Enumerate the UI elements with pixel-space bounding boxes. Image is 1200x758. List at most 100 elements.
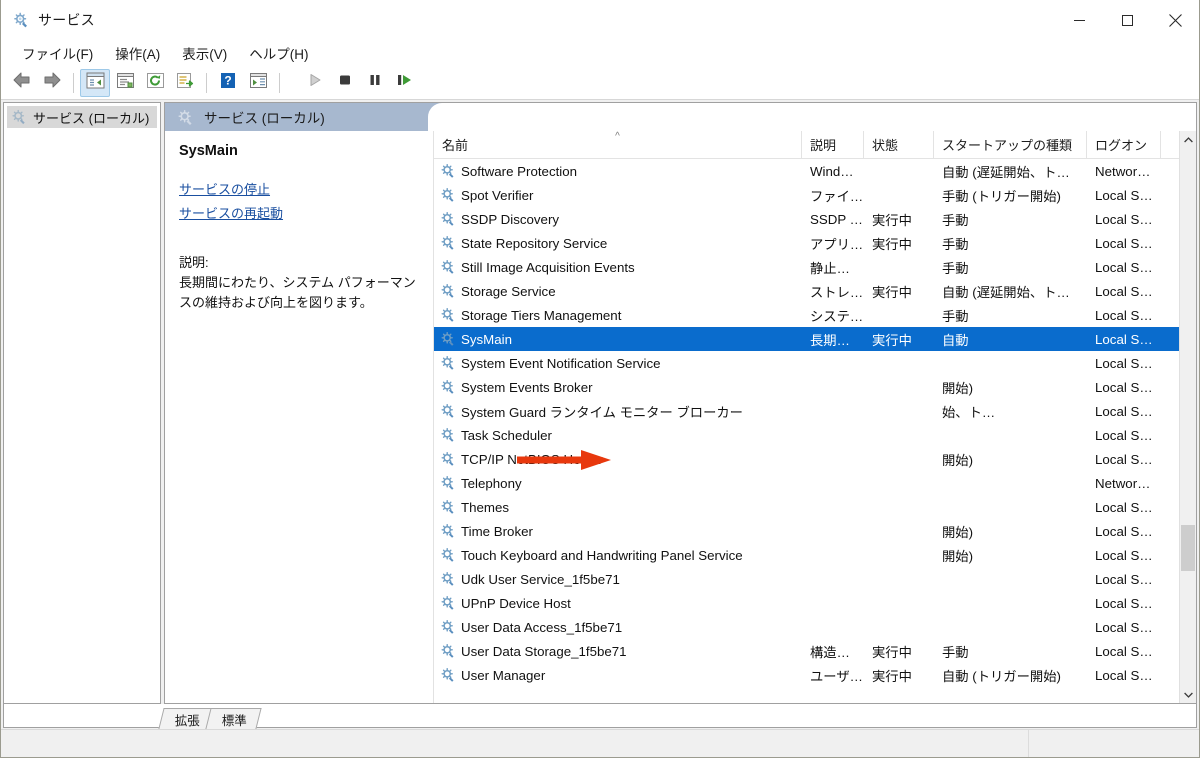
table-row[interactable]: TCP/IP NetBIOS Helper 開始) Local S… xyxy=(434,447,1179,471)
toolbar-export-list[interactable] xyxy=(170,69,200,97)
sort-ascending-icon: ^ xyxy=(615,131,620,142)
cell-startup-type: 開始) xyxy=(942,524,974,540)
table-row[interactable]: Still Image Acquisition Events 静止… 手動 Local… xyxy=(434,255,1179,279)
toolbar-action-pane[interactable] xyxy=(243,69,273,97)
cell-service-name: Spot Verifier xyxy=(434,187,802,203)
scroll-up-icon[interactable] xyxy=(1180,131,1196,148)
table-row[interactable]: User Data Storage_1f5be71 構造… 実行中 手動 Local S… xyxy=(434,639,1179,663)
table-row[interactable]: Telephony Networ… xyxy=(434,471,1179,495)
service-name-text: System Event Notification Service xyxy=(461,355,661,371)
cell-state: 実行中 xyxy=(872,236,912,252)
cell-logon: Local S… xyxy=(1095,283,1153,299)
toolbar-restart-service[interactable] xyxy=(390,69,420,97)
menu-bar: ファイル(F) 操作(A) 表示(V) ヘルプ(H) xyxy=(1,40,1199,66)
cell-logon: Local S… xyxy=(1095,571,1153,587)
cell-logon: Local S… xyxy=(1095,211,1153,227)
cell-state: 実行中 xyxy=(872,284,912,300)
scrollbar-track[interactable] xyxy=(1180,148,1196,686)
table-row[interactable]: User Manager ユーザ… 実行中 自動 (トリガー開始) Local S… xyxy=(434,663,1179,687)
stop-service-icon xyxy=(337,72,353,93)
table-row[interactable]: Storage Tiers Management システ… 手動 Local S… xyxy=(434,303,1179,327)
table-row[interactable]: Software Protection Wind… 自動 (遅延開始、ト… Netwo… xyxy=(434,159,1179,183)
services-gear-icon xyxy=(440,523,456,539)
cell-startup-type: 開始) xyxy=(942,548,974,564)
services-list: 名前 ^ 説明 状態 スタートアップの種類 ログオン Software Prot… xyxy=(433,131,1179,703)
maximize-button[interactable] xyxy=(1103,0,1151,40)
table-row[interactable]: Time Broker 開始) Local S… xyxy=(434,519,1179,543)
services-window: サービス ファイル(F) 操作(A) 表示(V) ヘルプ(H) ? サービス (… xyxy=(0,0,1200,758)
cell-service-name: Storage Tiers Management xyxy=(434,307,802,323)
status-pane-secondary xyxy=(1029,730,1200,757)
scrollbar-thumb[interactable] xyxy=(1181,524,1195,571)
services-gear-icon xyxy=(440,643,456,659)
services-gear-icon xyxy=(440,571,456,587)
table-row[interactable]: System Events Broker 開始) Local S… xyxy=(434,375,1179,399)
menu-help[interactable]: ヘルプ(H) xyxy=(238,40,319,67)
service-name-text: Themes xyxy=(461,499,510,515)
cell-service-name: Telephony xyxy=(434,475,802,491)
cell-logon: Local S… xyxy=(1095,379,1153,395)
toolbar-properties[interactable] xyxy=(110,69,140,97)
start-service-icon xyxy=(307,72,323,93)
menu-file[interactable]: ファイル(F) xyxy=(11,40,104,67)
cell-description: ストレ… xyxy=(810,284,864,300)
cell-logon: Local S… xyxy=(1095,667,1153,683)
table-row[interactable]: Spot Verifier ファイ… 手動 (トリガー開始) Local S… xyxy=(434,183,1179,207)
cell-startup-type: 開始) xyxy=(942,380,974,396)
pane-header-notch xyxy=(428,103,1196,131)
table-row[interactable]: UPnP Device Host Local S… xyxy=(434,591,1179,615)
toolbar-stop-service[interactable] xyxy=(330,69,360,97)
table-row[interactable]: SSDP Discovery SSDP … 実行中 手動 Local S… xyxy=(434,207,1179,231)
tab-standard[interactable]: 標準 xyxy=(205,708,262,729)
table-row[interactable]: System Event Notification Service Local S… xyxy=(434,351,1179,375)
column-header-name[interactable]: 名前 ^ xyxy=(434,131,802,158)
toolbar-console-tree[interactable] xyxy=(80,68,110,97)
column-header-state[interactable]: 状態 xyxy=(864,131,934,158)
toolbar-refresh[interactable] xyxy=(140,69,170,97)
table-row[interactable]: Udk User Service_1f5be71 Local S… xyxy=(434,567,1179,591)
table-row[interactable]: Storage Service ストレ… 実行中 自動 (遅延開始、ト… Local S… xyxy=(434,279,1179,303)
column-header-description[interactable]: 説明 xyxy=(802,131,864,158)
tree-node-services-local[interactable]: サービス (ローカル) xyxy=(7,106,157,128)
cell-logon: Local S… xyxy=(1095,355,1153,371)
table-row[interactable]: User Data Access_1f5be71 Local S… xyxy=(434,615,1179,639)
main-body: サービス (ローカル) サービス (ローカル) SysMain サービスの停止 … xyxy=(1,100,1199,704)
cell-service-name: Still Image Acquisition Events xyxy=(434,259,802,275)
menu-view[interactable]: 表示(V) xyxy=(171,40,238,67)
column-header-logon[interactable]: ログオン xyxy=(1087,131,1161,158)
minimize-button[interactable] xyxy=(1055,0,1103,40)
tab-extended-label: 拡張 xyxy=(174,713,200,728)
toolbar-pause-service[interactable] xyxy=(360,69,390,97)
cell-service-name: Software Protection xyxy=(434,163,802,179)
refresh-icon xyxy=(146,72,165,94)
cell-startup-type: 手動 (トリガー開始) xyxy=(942,188,1061,204)
restart-service-link[interactable]: サービスの再起動 xyxy=(179,203,283,222)
toolbar-back[interactable] xyxy=(7,69,37,97)
services-gear-icon xyxy=(440,547,456,563)
toolbar-help[interactable]: ? xyxy=(213,69,243,97)
table-row[interactable]: SysMain 長期… 実行中 自動 Local S… xyxy=(434,327,1179,351)
table-row[interactable]: State Repository Service アプリ… 実行中 手動 Local S… xyxy=(434,231,1179,255)
stop-service-link[interactable]: サービスの停止 xyxy=(179,179,270,198)
cell-logon: Local S… xyxy=(1095,235,1153,251)
table-row[interactable]: Task Scheduler Local S… xyxy=(434,423,1179,447)
cell-startup-type: 手動 xyxy=(942,644,969,660)
toolbar-start-service[interactable] xyxy=(300,69,330,97)
scroll-down-icon[interactable] xyxy=(1180,686,1196,703)
toolbar-forward[interactable] xyxy=(37,69,67,97)
table-row[interactable]: Themes Local S… xyxy=(434,495,1179,519)
table-row[interactable]: Touch Keyboard and Handwriting Panel Ser… xyxy=(434,543,1179,567)
export-list-icon xyxy=(176,72,195,94)
column-header-startup-type[interactable]: スタートアップの種類 xyxy=(934,131,1087,158)
services-gear-icon xyxy=(440,499,456,515)
vertical-scrollbar[interactable] xyxy=(1179,131,1196,703)
services-gear-icon xyxy=(440,235,456,251)
cell-logon: Local S… xyxy=(1095,307,1153,323)
cell-logon: Local S… xyxy=(1095,427,1153,443)
cell-service-name: State Repository Service xyxy=(434,235,802,251)
close-button[interactable] xyxy=(1151,0,1199,40)
table-row[interactable]: System Guard ランタイム モニター ブローカー 始、ト… Local S… xyxy=(434,399,1179,423)
menu-action[interactable]: 操作(A) xyxy=(104,40,171,67)
cell-logon: Networ… xyxy=(1095,163,1151,179)
cell-description: 静止… xyxy=(810,260,850,276)
